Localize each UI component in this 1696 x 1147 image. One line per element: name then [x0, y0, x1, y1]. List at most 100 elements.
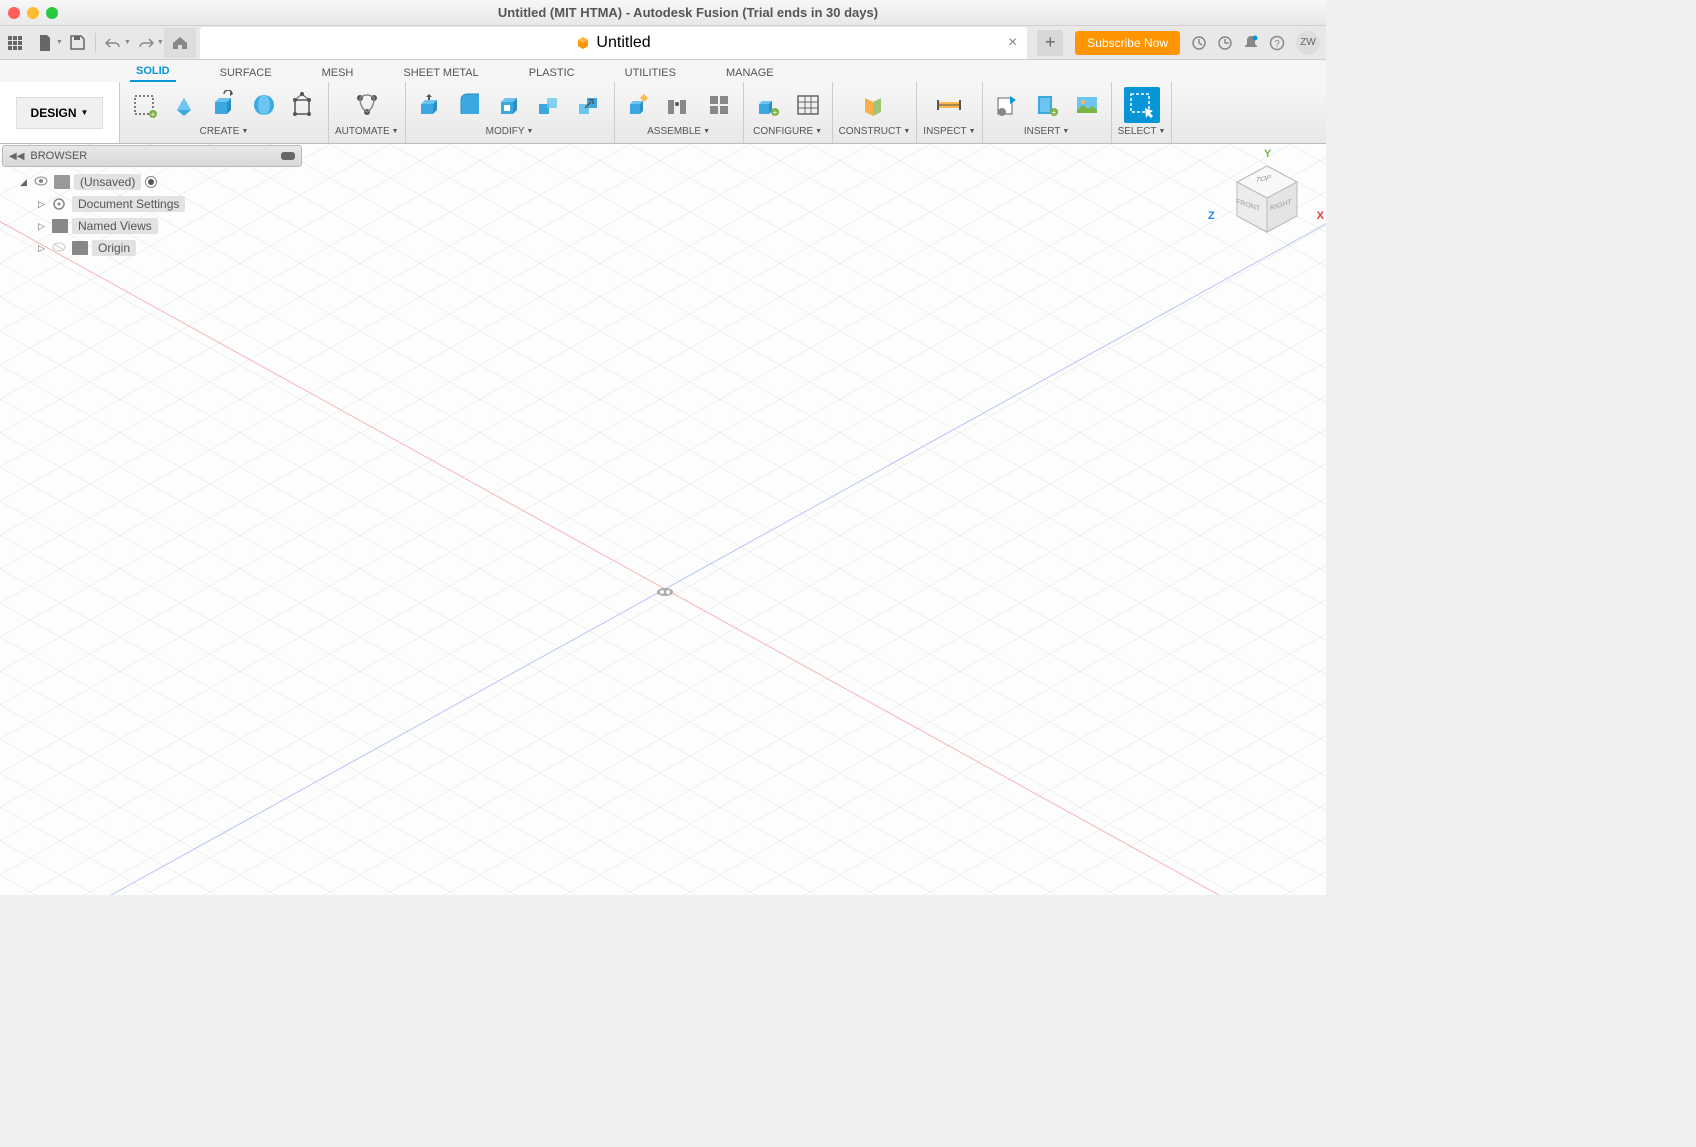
- minimize-window-button[interactable]: [27, 7, 39, 19]
- configure-table-button[interactable]: [790, 87, 826, 123]
- chevron-down-icon[interactable]: ▼: [241, 128, 248, 135]
- titlebar: Untitled (MIT HTMA) - Autodesk Fusion (T…: [0, 0, 1326, 26]
- undo-dropdown-caret-icon[interactable]: ▼: [124, 39, 131, 46]
- document-tab-label: Untitled: [596, 34, 650, 52]
- expand-toggle-icon[interactable]: ▷: [38, 243, 48, 254]
- axis-x-label: X: [1317, 210, 1324, 222]
- chevron-down-icon[interactable]: ▼: [1062, 128, 1069, 135]
- chevron-down-icon[interactable]: ▼: [703, 128, 710, 135]
- help-icon[interactable]: ?: [1264, 30, 1290, 56]
- new-component-button[interactable]: [621, 87, 657, 123]
- chevron-down-icon[interactable]: ▼: [1158, 128, 1165, 135]
- chevron-down-icon: ▼: [81, 108, 89, 117]
- expand-toggle-icon[interactable]: ◢: [20, 177, 30, 188]
- chevron-down-icon[interactable]: ▼: [969, 128, 976, 135]
- axis-z-label: Z: [1208, 210, 1215, 222]
- notifications-icon[interactable]: [1238, 30, 1264, 56]
- group-label-insert: INSERT: [1024, 126, 1061, 137]
- extensions-icon[interactable]: [1186, 30, 1212, 56]
- qat-separator: [95, 33, 96, 53]
- select-button[interactable]: [1124, 87, 1160, 123]
- group-label-automate: AUTOMATE: [335, 126, 390, 137]
- visibility-icon[interactable]: [34, 175, 50, 189]
- svg-text:+: +: [772, 108, 777, 117]
- redo-dropdown-caret-icon[interactable]: ▼: [157, 39, 164, 46]
- create-form-button[interactable]: [166, 87, 202, 123]
- tree-row-document-settings[interactable]: ▷ Document Settings: [4, 193, 300, 215]
- minimize-panel-button[interactable]: [281, 152, 295, 160]
- tree-root-row[interactable]: ◢ (Unsaved): [4, 171, 300, 193]
- document-tab[interactable]: Untitled ×: [200, 27, 1027, 59]
- construct-plane-button[interactable]: [856, 87, 892, 123]
- tab-solid[interactable]: SOLID: [130, 62, 176, 82]
- apps-grid-icon[interactable]: [0, 28, 30, 58]
- ribbon-group-select: SELECT▼: [1112, 82, 1173, 143]
- collapse-panel-icon[interactable]: ◀◀: [9, 151, 24, 162]
- window-controls: [8, 7, 58, 19]
- joint-button[interactable]: [661, 87, 697, 123]
- combine-button[interactable]: [532, 87, 568, 123]
- extrude-button[interactable]: [206, 87, 242, 123]
- revolve-button[interactable]: [246, 87, 282, 123]
- chevron-down-icon[interactable]: ▼: [903, 128, 910, 135]
- browser-panel: ◀◀ BROWSER ◢ (Unsaved) ▷ Document Settin…: [2, 145, 302, 263]
- view-cube[interactable]: Y Z X TOP FRONT RIGHT: [1222, 154, 1312, 244]
- browser-header[interactable]: ◀◀ BROWSER: [2, 145, 302, 167]
- workspace-button[interactable]: DESIGN ▼: [16, 97, 104, 129]
- tab-mesh[interactable]: MESH: [316, 64, 360, 82]
- ribbon-group-assemble: ASSEMBLE▼: [615, 82, 744, 143]
- tab-utilities[interactable]: UTILITIES: [619, 64, 682, 82]
- tab-plastic[interactable]: PLASTIC: [523, 64, 581, 82]
- chevron-down-icon[interactable]: ▼: [527, 128, 534, 135]
- chevron-down-icon[interactable]: ▼: [815, 128, 822, 135]
- shell-button[interactable]: [492, 87, 528, 123]
- box-button[interactable]: [286, 87, 322, 123]
- press-pull-button[interactable]: [412, 87, 448, 123]
- insert-canvas-button[interactable]: [1069, 87, 1105, 123]
- visibility-hidden-icon[interactable]: [52, 241, 68, 255]
- tab-surface[interactable]: SURFACE: [214, 64, 278, 82]
- expand-toggle-icon[interactable]: ▷: [38, 199, 48, 210]
- user-avatar[interactable]: ZW: [1296, 31, 1320, 55]
- chevron-down-icon[interactable]: ▼: [392, 128, 399, 135]
- new-tab-button[interactable]: +: [1037, 30, 1063, 56]
- close-tab-button[interactable]: ×: [1008, 34, 1017, 52]
- save-button[interactable]: [63, 28, 93, 58]
- group-label-assemble: ASSEMBLE: [647, 126, 701, 137]
- move-copy-button[interactable]: [572, 87, 608, 123]
- measure-button[interactable]: [931, 87, 967, 123]
- job-status-icon[interactable]: [1212, 30, 1238, 56]
- home-button[interactable]: [164, 28, 196, 58]
- folder-icon: [52, 219, 68, 233]
- fillet-button[interactable]: [452, 87, 488, 123]
- configure-button[interactable]: +: [750, 87, 786, 123]
- automate-button[interactable]: [349, 87, 385, 123]
- axis-y-label: Y: [1264, 148, 1271, 160]
- new-sketch-button[interactable]: +: [126, 87, 162, 123]
- close-window-button[interactable]: [8, 7, 20, 19]
- tab-sheet-metal[interactable]: SHEET METAL: [397, 64, 484, 82]
- tree-item-label: Named Views: [72, 218, 158, 234]
- folder-icon: [72, 241, 88, 255]
- workspace-label: DESIGN: [31, 106, 77, 120]
- tab-manage[interactable]: MANAGE: [720, 64, 780, 82]
- joint-origin-button[interactable]: [701, 87, 737, 123]
- tree-item-label: Origin: [92, 240, 136, 256]
- active-component-radio[interactable]: [145, 176, 157, 188]
- window-title: Untitled (MIT HTMA) - Autodesk Fusion (T…: [58, 5, 1318, 20]
- svg-text:+: +: [151, 110, 156, 119]
- subscribe-button[interactable]: Subscribe Now: [1075, 31, 1180, 55]
- ribbon-tabs: SOLID SURFACE MESH SHEET METAL PLASTIC U…: [0, 60, 1326, 82]
- tree-row-named-views[interactable]: ▷ Named Views: [4, 215, 300, 237]
- group-label-modify: MODIFY: [486, 126, 525, 137]
- tree-row-origin[interactable]: ▷ Origin: [4, 237, 300, 259]
- insert-decal-button[interactable]: +: [1029, 87, 1065, 123]
- insert-derive-button[interactable]: [989, 87, 1025, 123]
- maximize-window-button[interactable]: [46, 7, 58, 19]
- group-label-configure: CONFIGURE: [753, 126, 813, 137]
- group-label-create: CREATE: [200, 126, 240, 137]
- file-dropdown-caret-icon[interactable]: ▼: [56, 39, 63, 46]
- ribbon: DESIGN ▼ + CREATE▼ AUTOMATE▼ MODIFY▼: [0, 82, 1326, 144]
- ribbon-group-construct: CONSTRUCT▼: [833, 82, 918, 143]
- expand-toggle-icon[interactable]: ▷: [38, 221, 48, 232]
